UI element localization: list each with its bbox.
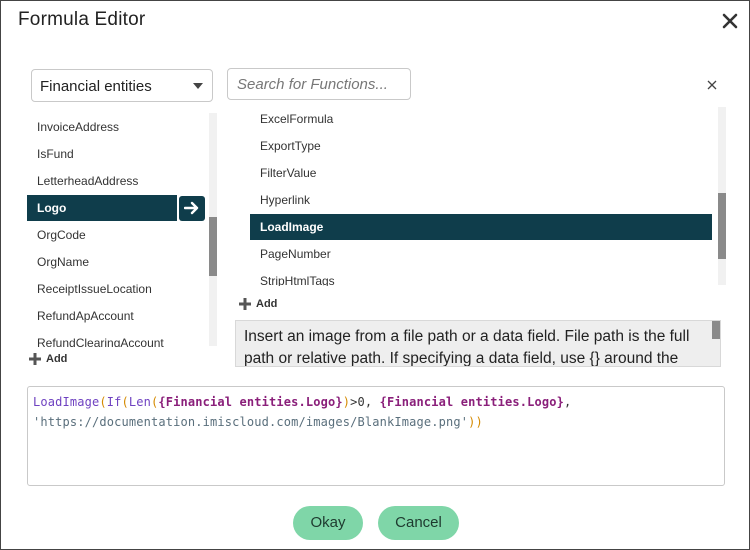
okay-button[interactable]: Okay — [293, 506, 363, 540]
field-item-orgname[interactable]: OrgName — [27, 249, 177, 275]
plus-icon — [239, 298, 251, 310]
formula-token: , — [564, 395, 572, 409]
formula-token: {Financial entities.Logo} — [379, 395, 564, 409]
field-list-scroll-thumb[interactable] — [209, 217, 217, 276]
formula-token: >0, — [350, 395, 380, 409]
function-item-striphtmltags[interactable]: StripHtmlTags — [250, 268, 712, 286]
entity-select[interactable]: Financial entities — [31, 69, 213, 102]
dialog-title: Formula Editor — [18, 9, 146, 30]
formula-line-2: 'https://documentation.imiscloud.com/ima… — [33, 412, 719, 432]
field-item-isfund[interactable]: IsFund — [27, 141, 177, 167]
field-item-refundapaccount[interactable]: RefundApAccount — [27, 303, 177, 329]
formula-token: 'https://documentation.imiscloud.com/ima… — [33, 415, 469, 429]
field-item-orgcode[interactable]: OrgCode — [27, 222, 177, 248]
formula-token: If — [106, 395, 122, 409]
function-description: Insert an image from a file path or a da… — [235, 320, 721, 367]
formula-token: ( — [121, 395, 129, 409]
formula-editor-input[interactable]: LoadImage(If(Len({Financial entities.Log… — [27, 386, 725, 486]
close-icon[interactable] — [720, 11, 740, 31]
function-item-pagenumber[interactable]: PageNumber — [250, 241, 712, 267]
function-description-text: Insert an image from a file path or a da… — [244, 328, 690, 367]
cancel-button[interactable]: Cancel — [378, 506, 459, 540]
chevron-down-icon — [193, 83, 203, 89]
field-item-receiptissuelocation[interactable]: ReceiptIssueLocation — [27, 276, 177, 302]
function-item-filtervalue[interactable]: FilterValue — [250, 160, 712, 186]
function-item-excelformula[interactable]: ExcelFormula — [250, 106, 712, 132]
field-item-letterheadaddress[interactable]: LetterheadAddress — [27, 168, 177, 194]
formula-editor-dialog: Formula Editor Financial entities Invoic… — [0, 0, 750, 550]
function-list-scroll-thumb[interactable] — [718, 193, 726, 259]
field-item-invoiceaddress[interactable]: InvoiceAddress — [27, 114, 177, 140]
description-scroll-thumb[interactable] — [712, 321, 720, 339]
formula-token: ) — [475, 415, 483, 429]
function-item-exporttype[interactable]: ExportType — [250, 133, 712, 159]
plus-icon — [29, 353, 41, 365]
field-item-logo[interactable]: Logo — [27, 195, 177, 221]
arrow-right-icon — [184, 201, 199, 215]
add-function-label: Add — [256, 298, 278, 310]
field-item-refundclearingaccount[interactable]: RefundClearingAccount — [27, 330, 177, 347]
formula-line-1: LoadImage(If(Len({Financial entities.Log… — [33, 392, 719, 412]
insert-field-button[interactable] — [179, 196, 205, 221]
function-search-input[interactable] — [227, 68, 411, 100]
formula-token: {Financial entities.Logo} — [158, 395, 343, 409]
formula-token: Len — [128, 395, 151, 409]
function-item-hyperlink[interactable]: Hyperlink — [250, 187, 712, 213]
add-field-label: Add — [46, 353, 68, 365]
formula-token: ( — [99, 395, 107, 409]
entity-select-value: Financial entities — [40, 78, 152, 95]
function-item-loadimage[interactable]: LoadImage — [250, 214, 712, 240]
clear-search-icon[interactable] — [706, 78, 718, 90]
formula-token: LoadImage — [33, 395, 100, 409]
function-list: ExcelFormula ExportType FilterValue Hype… — [250, 106, 716, 286]
field-list: InvoiceAddress IsFund LetterheadAddress … — [27, 112, 217, 347]
